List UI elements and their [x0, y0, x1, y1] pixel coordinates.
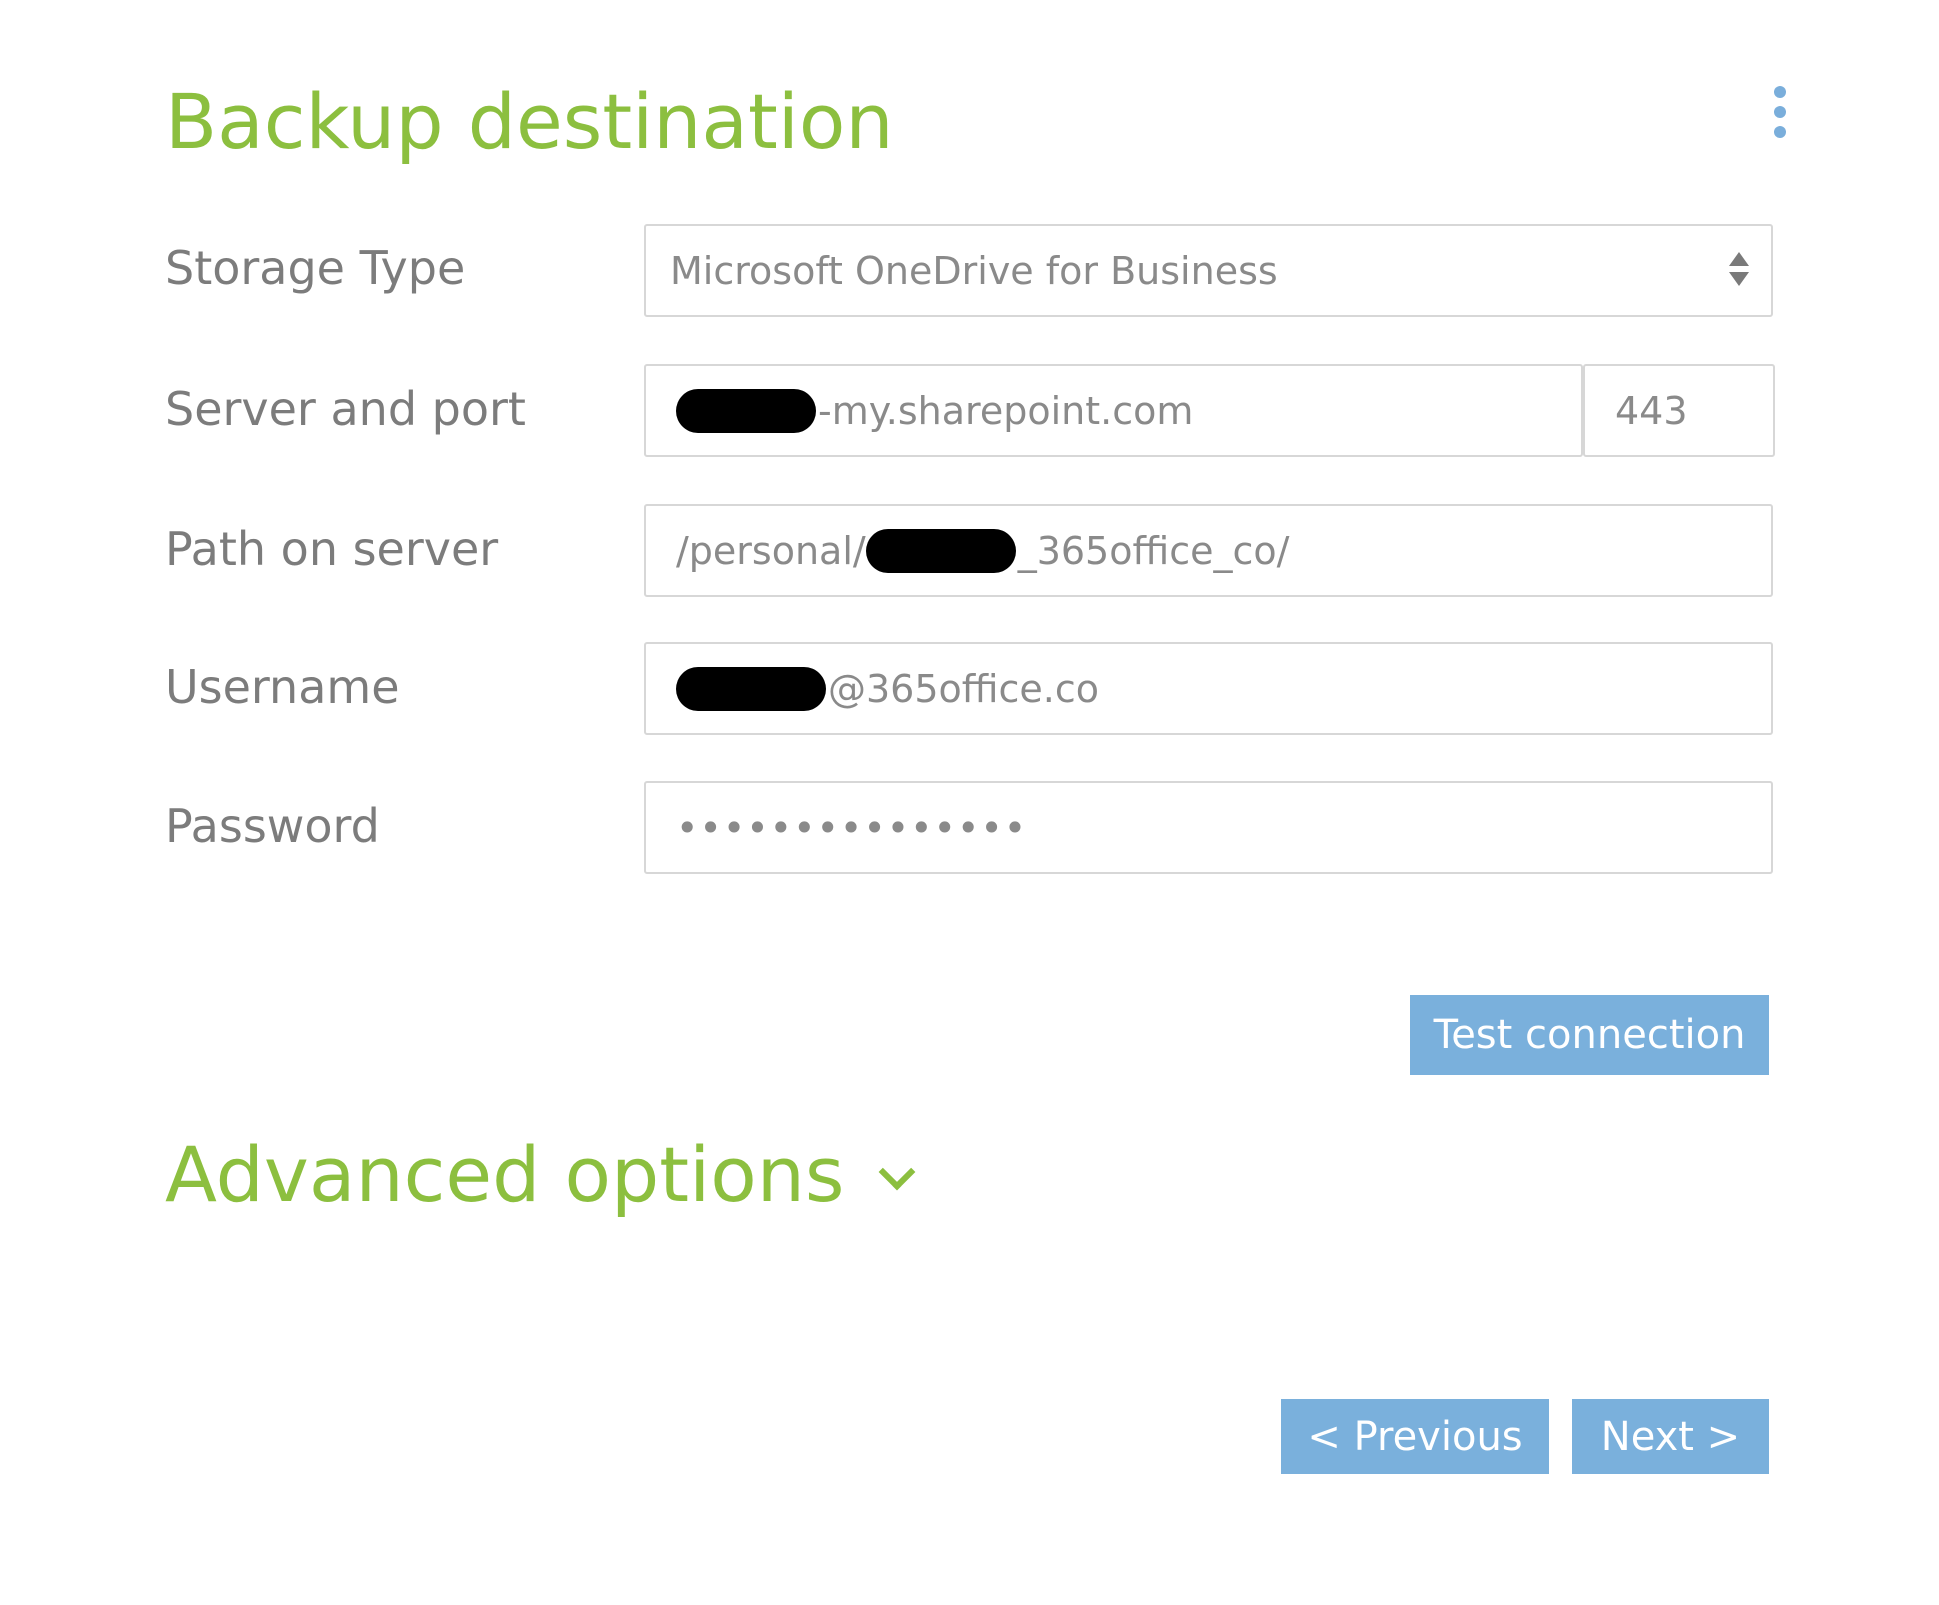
kebab-menu-icon[interactable] — [1768, 84, 1792, 144]
advanced-options-label: Advanced options — [165, 1130, 845, 1219]
server-host-input[interactable]: -my.sharepoint.com — [644, 364, 1583, 457]
password-label: Password — [165, 799, 380, 853]
advanced-options-toggle[interactable]: Advanced options — [165, 1125, 916, 1225]
server-port-label: Server and port — [165, 382, 526, 436]
chevron-down-icon — [879, 1153, 916, 1191]
path-suffix-value: _365office_co/ — [1017, 528, 1290, 573]
storage-type-select[interactable]: Microsoft OneDrive for Business — [644, 224, 1773, 317]
storage-type-value: Microsoft OneDrive for Business — [670, 248, 1278, 293]
redacted-mark — [676, 666, 826, 711]
username-input[interactable]: @365office.co — [644, 642, 1773, 735]
redacted-mark — [676, 388, 816, 433]
test-connection-button[interactable]: Test connection — [1410, 995, 1769, 1075]
password-masked-value: ••••••••••••••• — [676, 805, 1028, 850]
path-input[interactable]: /personal/ _365office_co/ — [644, 504, 1773, 597]
username-suffix-value: @365office.co — [828, 666, 1100, 711]
redacted-mark — [865, 528, 1016, 573]
path-label: Path on server — [165, 522, 499, 576]
path-prefix-value: /personal/ — [676, 528, 866, 573]
password-input[interactable]: ••••••••••••••• — [644, 781, 1773, 874]
select-arrows-icon — [1729, 252, 1749, 292]
username-label: Username — [165, 660, 400, 714]
server-host-value: -my.sharepoint.com — [818, 388, 1194, 433]
server-port-input[interactable]: 443 — [1583, 364, 1775, 457]
page-title: Backup destination — [165, 77, 894, 166]
next-button[interactable]: Next > — [1572, 1399, 1769, 1474]
previous-button[interactable]: < Previous — [1281, 1399, 1549, 1474]
server-port-value: 443 — [1615, 388, 1688, 433]
storage-type-label: Storage Type — [165, 241, 466, 295]
